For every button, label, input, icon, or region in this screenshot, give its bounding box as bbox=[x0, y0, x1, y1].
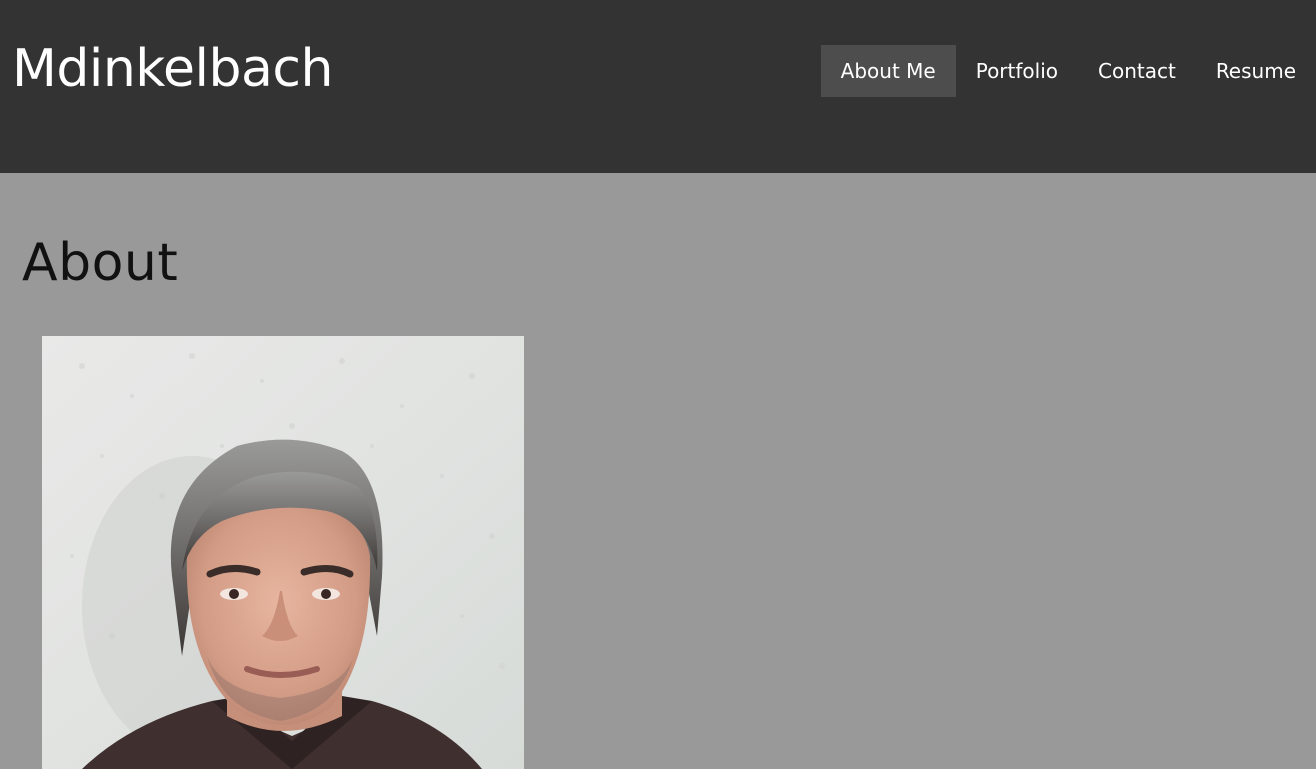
profile-photo bbox=[42, 336, 524, 769]
nav-item-resume[interactable]: Resume bbox=[1196, 45, 1316, 97]
page-heading: About bbox=[22, 233, 179, 293]
nav-item-portfolio[interactable]: Portfolio bbox=[956, 45, 1078, 97]
nav-item-contact[interactable]: Contact bbox=[1078, 45, 1196, 97]
site-header: Mdinkelbach About Me Portfolio Contact R… bbox=[0, 0, 1316, 173]
nav-item-about-me[interactable]: About Me bbox=[820, 45, 956, 97]
site-title[interactable]: Mdinkelbach bbox=[12, 34, 333, 104]
main-nav: About Me Portfolio Contact Resume bbox=[820, 45, 1316, 97]
